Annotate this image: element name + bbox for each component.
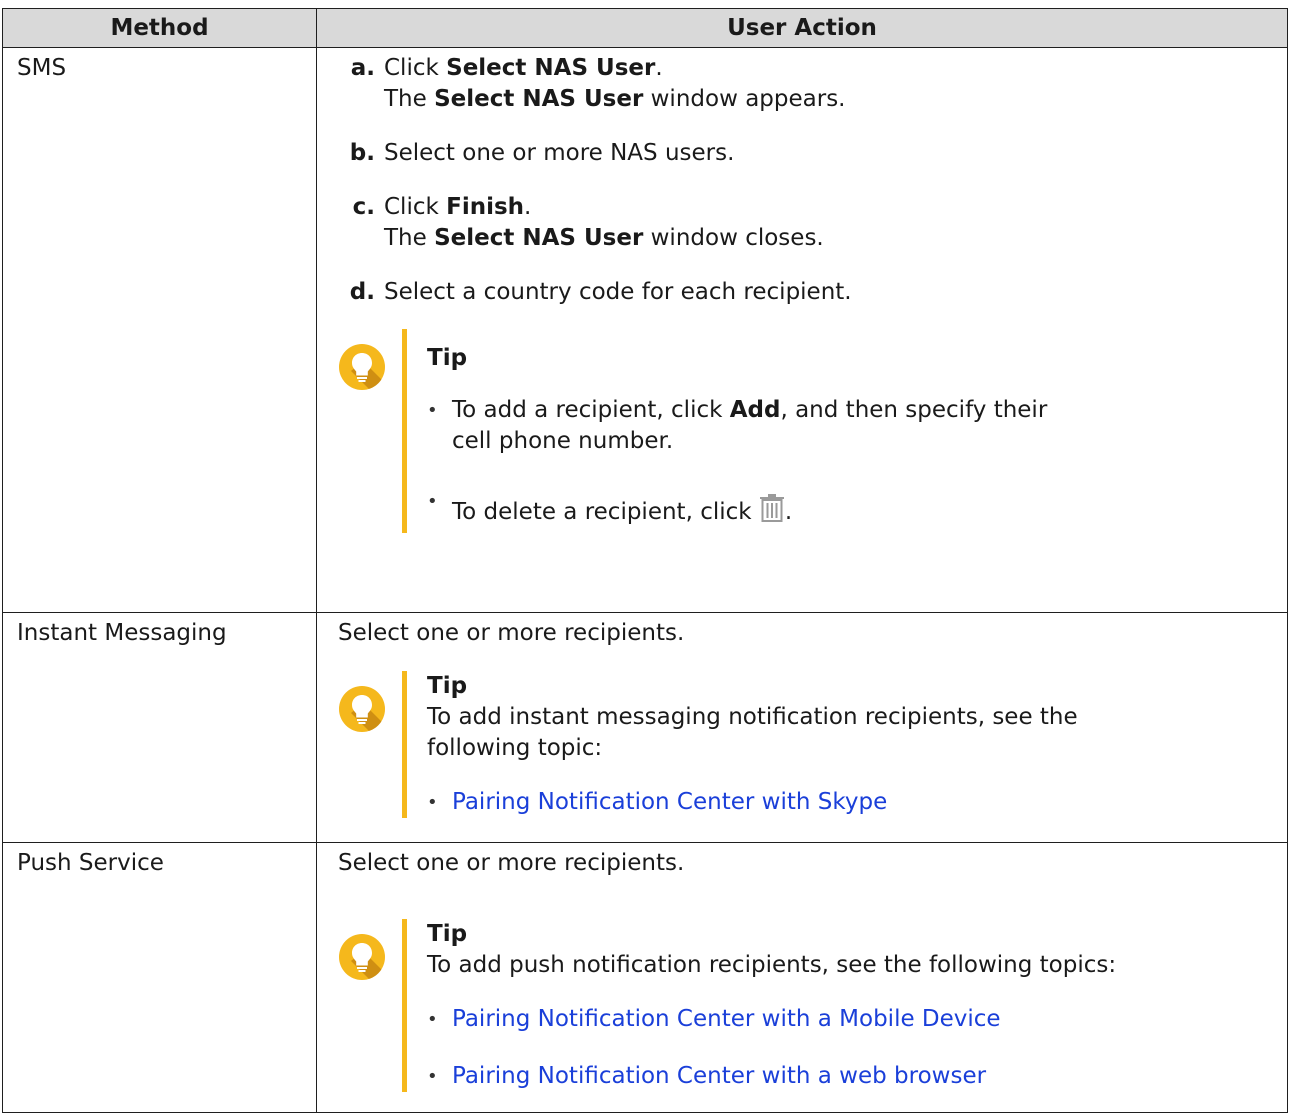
header-method: Method — [2, 8, 317, 48]
link-pairing-web-browser[interactable]: Pairing Notification Center with a web b… — [452, 1063, 986, 1089]
step-body: Select one or more NAS users. — [384, 140, 735, 166]
ui-term: Select NAS User — [434, 86, 644, 112]
link-pairing-skype[interactable]: Pairing Notification Center with Skype — [452, 789, 887, 815]
tip-bullet-delete: To delete a recipient, click — [427, 486, 1277, 531]
table-header-row: Method User Action — [2, 8, 1288, 48]
notification-methods-table: Method User Action SMS a. Click Select N… — [2, 8, 1288, 1113]
step-letter: d. — [349, 279, 375, 305]
action-text: Select one or more recipients. — [338, 850, 685, 876]
step-c: c. Click Finish. The Select NAS User win… — [338, 192, 1277, 254]
tip-title: Tip — [427, 673, 468, 699]
method-sms: SMS — [2, 47, 317, 613]
table-row-sms: SMS a. Click Select NAS User. The Select… — [2, 47, 1288, 613]
action-text: Select one or more recipients. — [338, 620, 685, 646]
table-row-push-service: Push Service Select one or more recipien… — [2, 842, 1288, 1113]
ui-term: Select NAS User — [446, 55, 656, 81]
step-b: b. Select one or more NAS users. — [338, 138, 1277, 169]
tip-box-push-service: Tip To add push notification recipients,… — [339, 919, 1277, 1092]
tip-title: Tip — [427, 921, 468, 947]
step-d: d. Select a country code for each recipi… — [338, 277, 1277, 308]
tip-link-list: Pairing Notification Center with a Mobil… — [427, 1004, 1277, 1092]
tip-bullet-list: To add a recipient, click Add, and then … — [427, 395, 1277, 531]
trash-icon — [759, 494, 785, 531]
tip-link-item: Pairing Notification Center with a Mobil… — [427, 1004, 1277, 1035]
method-push-service: Push Service — [2, 842, 317, 1113]
step-letter: a. — [350, 55, 375, 81]
tip-box-sms: Tip To add a recipient, click Add, and t… — [339, 329, 1277, 533]
action-sms: a. Click Select NAS User. The Select NAS… — [316, 47, 1288, 613]
tip-bullet-add: To add a recipient, click Add, and then … — [427, 395, 1092, 457]
lightbulb-icon — [339, 686, 385, 732]
tip-link-item: Pairing Notification Center with Skype — [427, 787, 1127, 818]
tip-link-list: Pairing Notification Center with Skype — [427, 787, 1127, 818]
step-letter: c. — [352, 194, 375, 220]
step-body: Click Finish. The Select NAS User window… — [384, 194, 824, 251]
link-pairing-mobile-device[interactable]: Pairing Notification Center with a Mobil… — [452, 1006, 1001, 1032]
ui-term: Add — [729, 397, 781, 423]
action-push-service: Select one or more recipients. Tip To ad… — [316, 842, 1288, 1113]
tip-text: To add instant messaging notification re… — [427, 704, 1078, 761]
tip-title: Tip — [427, 345, 468, 371]
ui-term: Finish — [446, 194, 525, 220]
tip-box-instant-messaging: Tip To add instant messaging notificatio… — [339, 671, 1127, 818]
header-user-action: User Action — [316, 8, 1288, 48]
ui-term: Select NAS User — [434, 225, 644, 251]
step-letter: b. — [349, 140, 375, 166]
step-body: Click Select NAS User. The Select NAS Us… — [384, 55, 846, 112]
table-row-instant-messaging: Instant Messaging Select one or more rec… — [2, 612, 1288, 843]
lightbulb-icon — [339, 344, 385, 390]
method-instant-messaging: Instant Messaging — [2, 612, 317, 843]
action-instant-messaging: Select one or more recipients. Tip To ad… — [316, 612, 1288, 843]
tip-text: To add push notification recipients, see… — [427, 952, 1117, 978]
step-a: a. Click Select NAS User. The Select NAS… — [338, 53, 1277, 115]
lightbulb-icon — [339, 934, 385, 980]
step-body: Select a country code for each recipient… — [384, 279, 852, 305]
tip-link-item: Pairing Notification Center with a web b… — [427, 1061, 1277, 1092]
